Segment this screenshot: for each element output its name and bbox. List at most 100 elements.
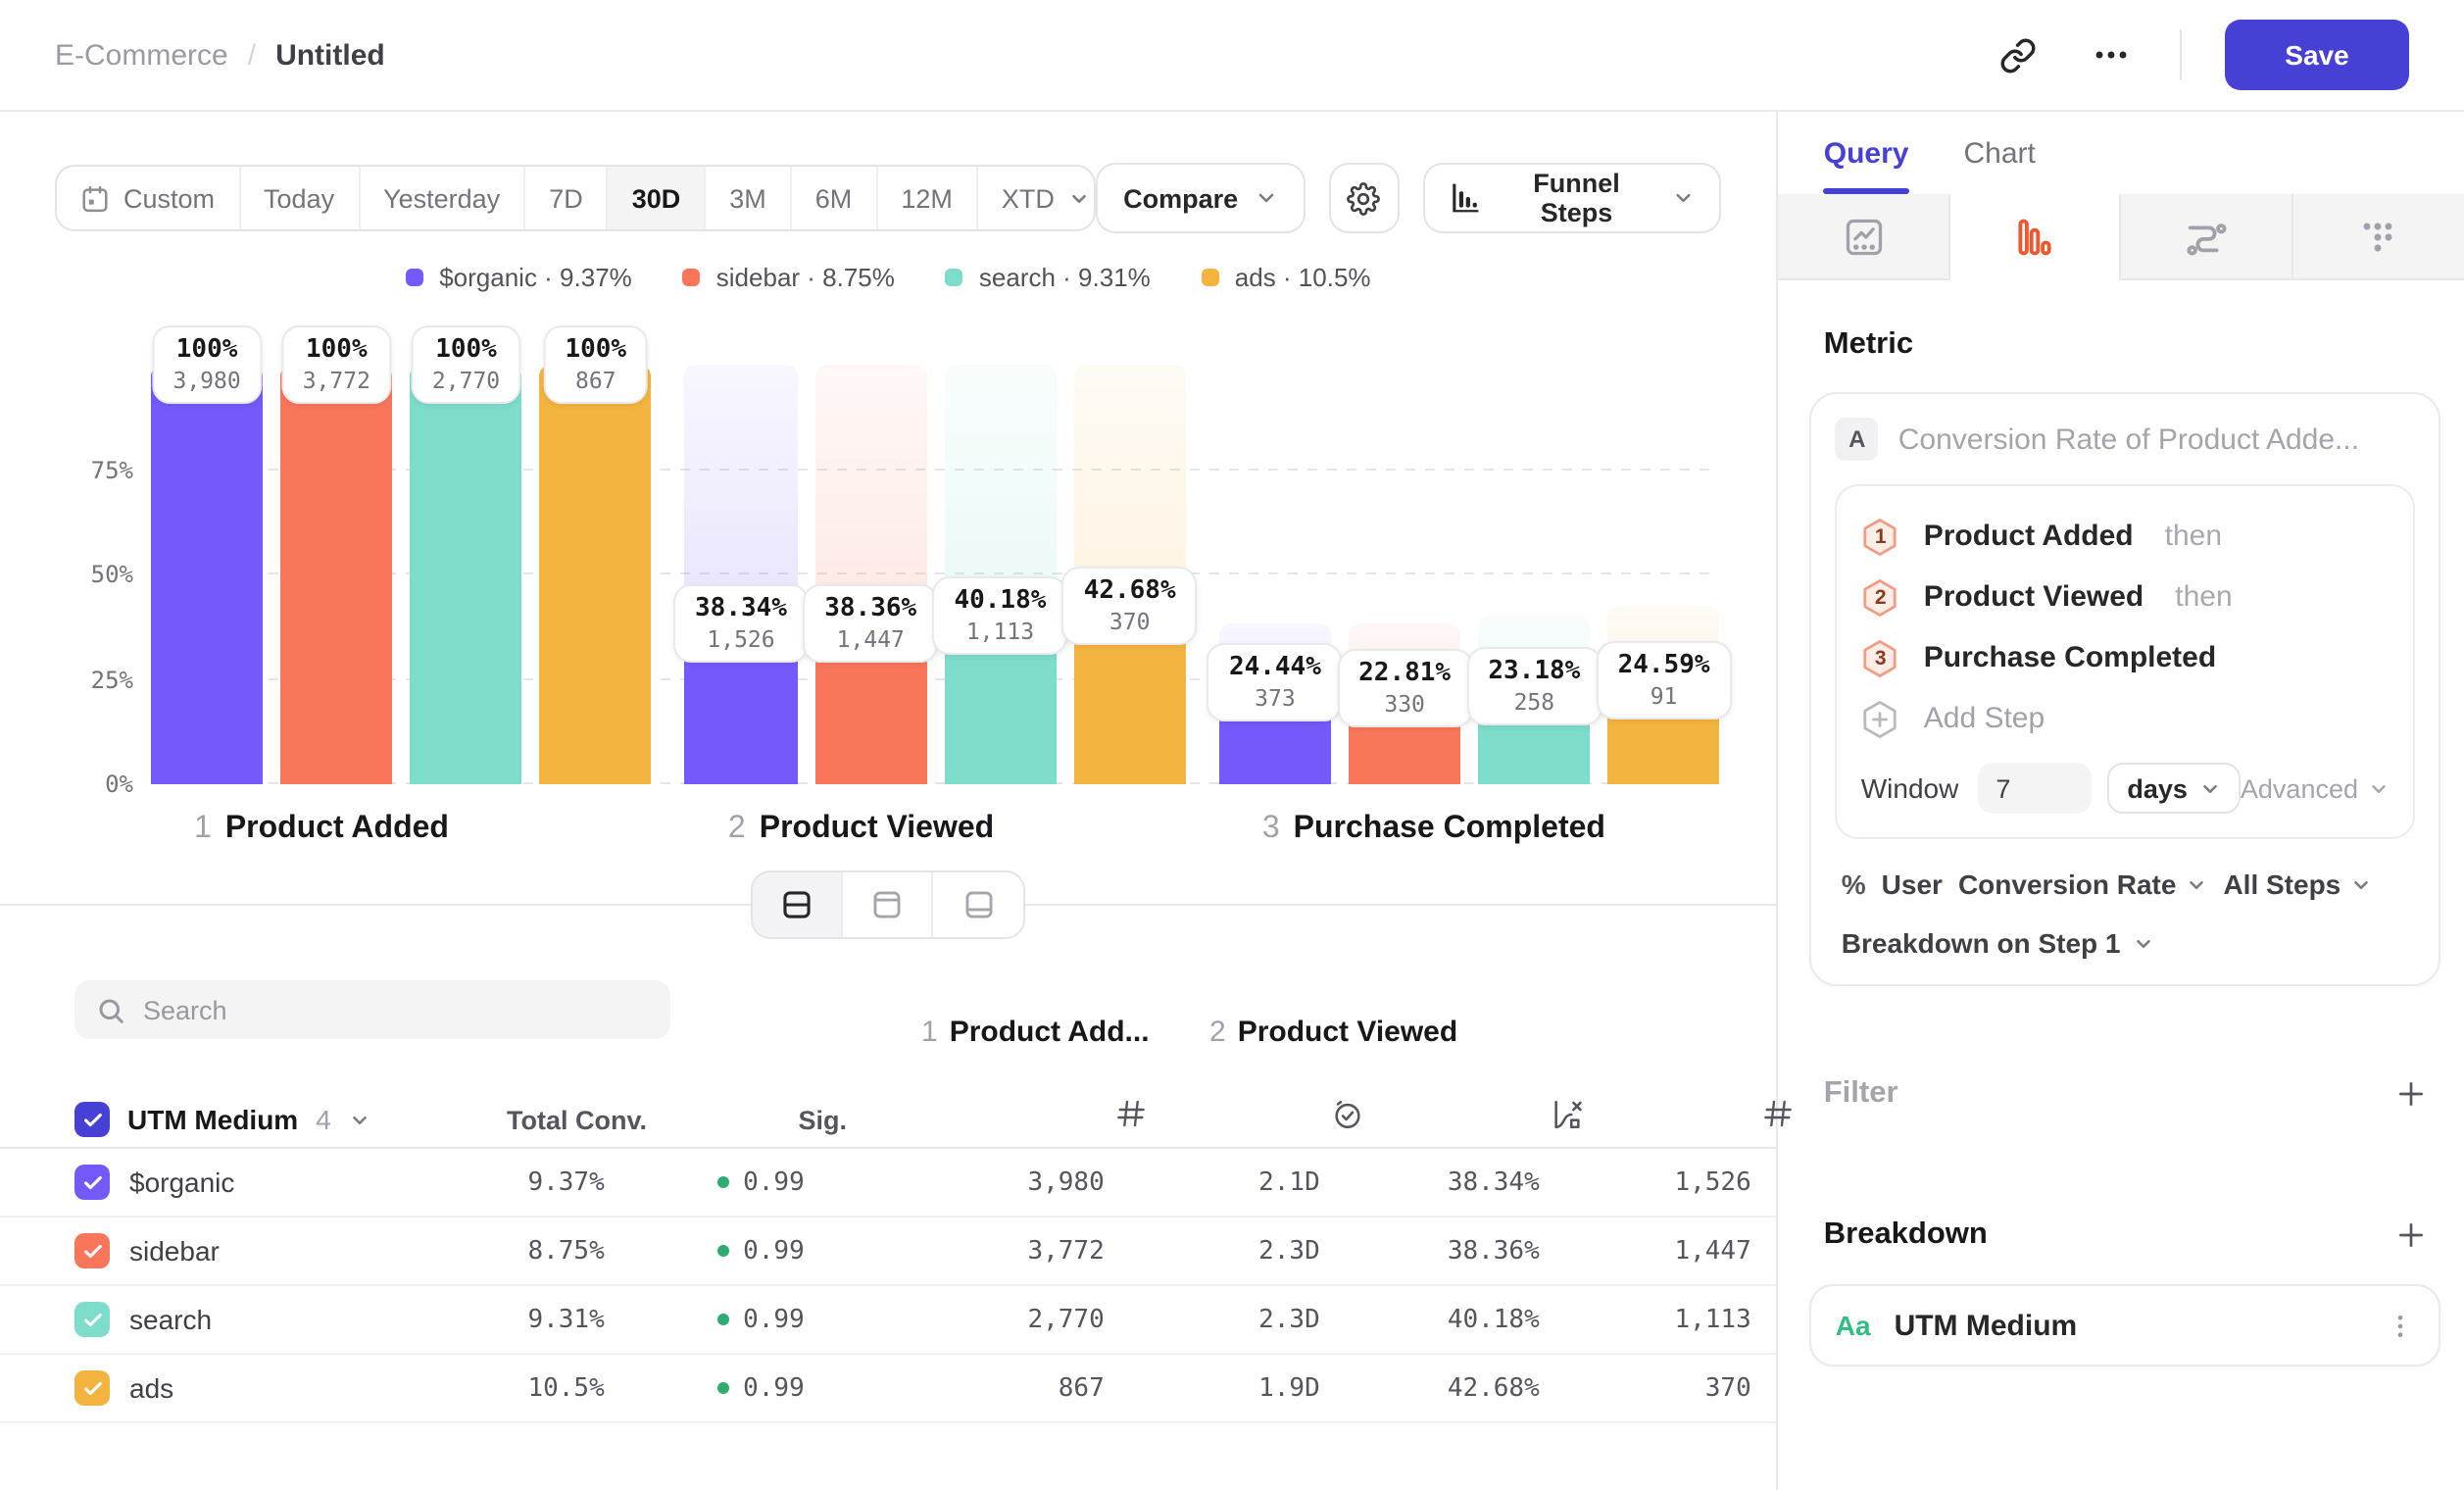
chart-type-funnel[interactable]: [1950, 194, 2122, 280]
table-row-search[interactable]: search9.31%0.992,7702.3D40.18%1,113: [0, 1286, 1777, 1355]
bar-ads-step2[interactable]: 42.68%370: [1074, 365, 1186, 784]
tab-query[interactable]: Query: [1824, 136, 1909, 170]
range-option-12m[interactable]: 12M: [877, 167, 978, 229]
total-conversion-value: 8.75%: [370, 1236, 605, 1266]
measure-entity[interactable]: User: [1882, 869, 1943, 900]
bar-search-step2[interactable]: 40.18%1,113: [944, 365, 1056, 784]
advanced-toggle[interactable]: Advanced: [2241, 773, 2390, 803]
significance-value: 0.99: [605, 1167, 805, 1197]
row-checkbox[interactable]: [74, 1233, 110, 1268]
measure-type-dropdown[interactable]: Conversion Rate: [1958, 869, 2208, 900]
measure-scope-dropdown[interactable]: All Steps: [2223, 869, 2372, 900]
add-breakdown-button[interactable]: [2390, 1214, 2433, 1257]
step2-conversion-rate: 42.68%: [1320, 1373, 1540, 1403]
bar-sidebar-step2[interactable]: 38.36%1,447: [814, 365, 926, 784]
table-header: 1Product Add... 2Product Viewed: [0, 961, 1777, 1149]
total-conv-column-label: Total Conv.: [490, 1106, 647, 1135]
bar-value-label: 38.34%1,526: [673, 584, 809, 663]
window-value-input[interactable]: [1978, 763, 2092, 814]
range-option-3m[interactable]: 3M: [706, 167, 792, 229]
layout-toggle-split-view[interactable]: [753, 872, 843, 937]
range-option-xtd[interactable]: XTD: [978, 167, 1096, 229]
bar-search-step1[interactable]: 100%2,770: [410, 365, 521, 784]
table-row-organic[interactable]: $organic9.37%0.993,9802.1D38.34%1,526: [0, 1149, 1777, 1217]
row-checkbox[interactable]: [74, 1370, 110, 1406]
header-divider: [2180, 29, 2182, 80]
bar-sidebar-step3[interactable]: 22.81%330: [1349, 365, 1460, 784]
chevron-down-icon[interactable]: [349, 1109, 370, 1130]
main-area: CustomTodayYesterday7D30D3M6M12MXTD Comp…: [0, 112, 1779, 1490]
legend-item-organic[interactable]: $organic · 9.37%: [406, 261, 632, 292]
legend-item-ads[interactable]: ads · 10.5%: [1202, 261, 1371, 292]
share-link-icon[interactable]: [1992, 29, 2043, 80]
bar-organic-step3[interactable]: 24.44%373: [1219, 365, 1331, 784]
breakdown-on-step-dropdown[interactable]: Breakdown on Step 1: [1836, 927, 2415, 959]
table-row-sidebar[interactable]: sidebar8.75%0.993,7722.3D38.36%1,447: [0, 1217, 1777, 1286]
layout-toggle-table-only[interactable]: [933, 872, 1023, 937]
bar-sidebar-step1[interactable]: 100%3,772: [280, 365, 392, 784]
compare-button[interactable]: Compare: [1096, 163, 1305, 233]
window-unit-select[interactable]: days: [2107, 763, 2241, 814]
bar-count: 867: [565, 367, 626, 394]
layout-toggle-chart-only[interactable]: [843, 872, 933, 937]
more-options-icon[interactable]: [2086, 29, 2137, 80]
step-group-3: 24.44%37322.81%33023.18%25824.59%91: [1219, 365, 1720, 784]
chart-settings-button[interactable]: [1328, 163, 1400, 233]
breadcrumb-current[interactable]: Untitled: [275, 38, 385, 72]
bar-search-step3[interactable]: 23.18%258: [1478, 365, 1590, 784]
tab-chart[interactable]: Chart: [1963, 136, 2035, 170]
legend-item-search[interactable]: search · 9.31%: [946, 261, 1151, 292]
table-search: [74, 980, 670, 1039]
bar-count: 1,113: [954, 618, 1046, 645]
measure-row: % User Conversion Rate All Steps: [1836, 869, 2415, 900]
breakdown-table: 1Product Add... 2Product Viewed: [0, 961, 1777, 1423]
y-axis-tick: 75%: [51, 456, 133, 483]
kebab-menu-icon[interactable]: [2386, 1311, 2415, 1340]
chart-type-line[interactable]: [1779, 194, 1950, 280]
breakdown-property-card[interactable]: Aa UTM Medium: [1810, 1284, 2440, 1366]
significance-dot: [717, 1382, 729, 1394]
filter-section-title: Filter: [1824, 1076, 1898, 1112]
filter-section: Filter: [1824, 1072, 2433, 1116]
group-by-name[interactable]: UTM Medium: [127, 1104, 298, 1135]
bar-value-label: 100%3,772: [281, 325, 392, 404]
metric-step-name: Purchase Completed: [1924, 641, 2216, 674]
step-number-hexagon: 3: [1861, 638, 1900, 677]
total-conversion-value: 9.31%: [370, 1305, 605, 1334]
range-option-custom[interactable]: Custom: [57, 167, 240, 229]
bar-ads-step1[interactable]: 100%867: [540, 365, 652, 784]
significance-dot: [717, 1245, 729, 1257]
bar-ads-step3[interactable]: 24.59%91: [1607, 365, 1719, 784]
chart-type-more[interactable]: [2292, 194, 2464, 280]
legend-item-sidebar[interactable]: sidebar · 8.75%: [683, 261, 895, 292]
breakdown-section: Breakdown: [1824, 1214, 2433, 1257]
range-option-today[interactable]: Today: [240, 167, 360, 229]
chart-type-flow[interactable]: [2121, 194, 2292, 280]
bar-organic-step2[interactable]: 38.34%1,526: [685, 365, 797, 784]
row-name: $organic: [129, 1167, 370, 1198]
bar-organic-step1[interactable]: 100%3,980: [151, 365, 263, 784]
metric-step-2[interactable]: 2Product Viewedthen: [1861, 567, 2390, 627]
save-button[interactable]: Save: [2225, 20, 2409, 90]
range-option-6m[interactable]: 6M: [792, 167, 878, 229]
chart-mode-dropdown[interactable]: Funnel Steps: [1424, 163, 1722, 233]
significance-value: 0.99: [605, 1373, 805, 1403]
search-input[interactable]: [143, 995, 594, 1024]
step2-count: 1,526: [1540, 1167, 1751, 1197]
row-checkbox[interactable]: [74, 1302, 110, 1337]
range-option-30d[interactable]: 30D: [609, 167, 707, 229]
add-filter-button[interactable]: [2390, 1072, 2433, 1116]
metric-step-1[interactable]: 1Product Addedthen: [1861, 506, 2390, 567]
range-option-yesterday[interactable]: Yesterday: [360, 167, 525, 229]
then-connector: then: [2175, 580, 2232, 614]
table-row-ads[interactable]: ads10.5%0.998671.9D42.68%370: [0, 1355, 1777, 1423]
breadcrumb-parent[interactable]: E-Commerce: [55, 38, 228, 72]
add-step-button[interactable]: Add Step: [1861, 688, 2390, 749]
select-all-checkbox[interactable]: [74, 1102, 110, 1137]
row-checkbox[interactable]: [74, 1165, 110, 1200]
step-caption-3: 3Purchase Completed: [1219, 812, 1720, 847]
metric-title-row[interactable]: A Conversion Rate of Product Adde...: [1836, 418, 2415, 461]
range-option-7d[interactable]: 7D: [525, 167, 609, 229]
chart-toolbar: CustomTodayYesterday7D30D3M6M12MXTD Comp…: [0, 163, 1777, 233]
metric-step-3[interactable]: 3 Purchase Completed: [1861, 627, 2390, 688]
